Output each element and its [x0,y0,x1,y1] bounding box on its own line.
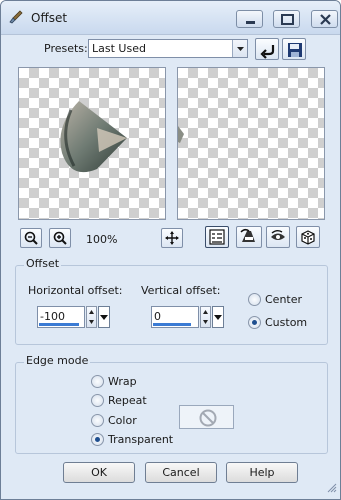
repeat-radio[interactable] [91,394,104,407]
ok-button[interactable]: OK [63,462,135,483]
after-preview[interactable] [177,67,325,220]
edge-mode-group-title: Edge mode [24,354,91,367]
color-radio-label: Color [108,414,137,427]
reset-preset-button[interactable] [255,38,279,60]
minimize-button[interactable] [236,10,263,28]
maximize-button[interactable] [273,10,300,28]
horizontal-offset-value: -100 [40,310,65,323]
vertical-offset-value: 0 [154,310,161,323]
vertical-offset-input[interactable]: 0 [151,306,199,328]
wrap-radio[interactable] [91,375,104,388]
resize-grip-icon[interactable] [327,483,337,496]
move-icon [165,231,179,245]
eye-icon [271,230,285,240]
maximize-icon [281,14,294,25]
center-radio[interactable] [248,293,261,306]
zoom-out-icon [24,231,38,245]
vertical-offset-slider[interactable] [153,323,191,326]
auto-proof-button[interactable] [236,226,262,248]
chevron-down-icon[interactable] [232,40,247,57]
proof-button[interactable] [205,226,229,248]
zoom-out-button[interactable] [20,228,42,248]
proof-icon [209,229,225,245]
close-button[interactable] [311,10,338,28]
before-preview[interactable] [18,67,166,220]
randomize-icon [301,230,315,245]
repeat-radio-label: Repeat [108,394,147,407]
brush-icon [9,10,23,25]
help-button[interactable]: Help [226,462,298,483]
chevron-down-icon [100,315,108,320]
randomize-button[interactable] [296,226,320,248]
minimize-icon [246,21,255,24]
wrap-radio-label: Wrap [108,375,137,388]
horizontal-offset-spinner[interactable] [86,306,97,328]
chevron-down-icon [214,315,222,320]
zoom-in-button[interactable] [49,228,71,248]
offset-group-title: Offset [24,257,62,270]
save-disk-icon [288,43,302,57]
custom-radio[interactable] [248,316,261,329]
zoom-in-icon [53,231,67,245]
vertical-offset-spinner[interactable] [200,306,211,328]
title-bar[interactable]: Offset [1,1,340,35]
presets-label: Presets: [44,42,88,55]
move-preview-button[interactable] [161,228,183,248]
window-title: Offset [31,11,68,25]
transparent-radio-label: Transparent [108,433,174,446]
close-icon [320,14,331,25]
save-preset-button[interactable] [282,38,306,60]
center-radio-label: Center [265,293,303,306]
color-radio[interactable] [91,414,104,427]
horizontal-offset-input[interactable]: -100 [37,306,85,328]
horizontal-offset-dropdown[interactable] [98,306,110,328]
offset-dialog: Offset Presets: Last Used 100% Offset Ho… [0,0,341,500]
horizontal-offset-slider[interactable] [39,323,79,326]
zoom-level: 100% [86,233,118,246]
preview-result-image [178,126,184,143]
presets-dropdown[interactable]: Last Used [88,39,248,58]
vertical-offset-label: Vertical offset: [141,284,221,297]
preview-on-image-button[interactable] [266,226,290,248]
no-color-icon [199,409,217,427]
reset-arrow-icon [260,45,275,59]
auto-proof-icon [240,228,255,242]
cancel-button[interactable]: Cancel [145,462,217,483]
presets-value: Last Used [92,42,146,55]
transparent-radio[interactable] [91,433,104,446]
edge-color-swatch[interactable] [179,405,234,429]
horizontal-offset-label: Horizontal offset: [28,284,123,297]
custom-radio-label: Custom [265,316,308,329]
vertical-offset-dropdown[interactable] [212,306,224,328]
preview-image [60,101,127,173]
